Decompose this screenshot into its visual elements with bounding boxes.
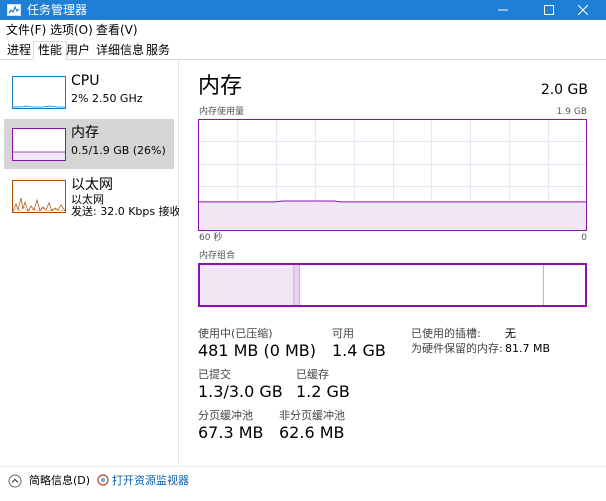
ethernet-label: 以太网 bbox=[71, 177, 113, 193]
menu-options[interactable]: 选项(O) bbox=[50, 23, 93, 38]
slots-label: 已使用的插槽: bbox=[411, 327, 481, 340]
menu-file[interactable]: 文件(F) bbox=[6, 23, 46, 38]
resource-list: CPU 2% 2.50 GHz 内存 0.5/1.9 GB (26%) 以太网 … bbox=[0, 60, 179, 465]
composition-modified bbox=[293, 264, 300, 306]
ethernet-thumbnail-graph bbox=[12, 180, 66, 213]
cached-label: 已缓存 bbox=[296, 368, 329, 381]
in-use-value: 481 MB (0 MB) bbox=[198, 341, 317, 360]
nonpaged-pool-value: 62.6 MB bbox=[279, 423, 345, 442]
composition-in-use bbox=[199, 264, 294, 306]
slots-value: 无 bbox=[505, 327, 516, 340]
reserved-value: 81.7 MB bbox=[505, 342, 551, 355]
memory-thumbnail-graph bbox=[12, 128, 66, 161]
cpu-thumbnail-graph bbox=[12, 76, 66, 109]
sidebar-item-cpu[interactable]: CPU 2% 2.50 GHz bbox=[4, 67, 174, 117]
chevron-up-icon[interactable] bbox=[8, 474, 22, 488]
nonpaged-pool-label: 非分页缓冲池 bbox=[279, 409, 345, 422]
maximize-icon bbox=[544, 5, 554, 15]
title-bar[interactable]: 任务管理器 bbox=[0, 0, 606, 20]
window-title: 任务管理器 bbox=[27, 3, 88, 17]
reserved-label: 为硬件保留的内存: bbox=[411, 342, 503, 355]
close-button[interactable] bbox=[560, 0, 606, 20]
tab-processes[interactable]: 进程 bbox=[3, 42, 35, 59]
page-title: 内存 bbox=[198, 74, 243, 99]
time-axis-end: 0 bbox=[581, 233, 587, 243]
memory-composition-bar bbox=[198, 263, 587, 307]
committed-label: 已提交 bbox=[198, 368, 231, 381]
paged-pool-label: 分页缓冲池 bbox=[198, 409, 253, 422]
cpu-label: CPU bbox=[71, 73, 100, 89]
fewer-details-button[interactable]: 简略信息(D) bbox=[29, 474, 90, 488]
available-label: 可用 bbox=[332, 327, 354, 340]
usage-chart-max: 1.9 GB bbox=[556, 107, 587, 117]
resource-monitor-icon bbox=[97, 474, 109, 486]
memory-usage-chart bbox=[198, 119, 587, 231]
tab-bar: 进程 性能 用户 详细信息 服务 bbox=[0, 40, 606, 60]
task-manager-icon bbox=[7, 4, 21, 16]
tab-users[interactable]: 用户 bbox=[62, 42, 94, 59]
tab-services[interactable]: 服务 bbox=[142, 42, 174, 59]
usage-line bbox=[198, 200, 587, 203]
footer-bar bbox=[0, 466, 606, 501]
in-use-label: 使用中(已压缩) bbox=[198, 327, 273, 340]
ethernet-throughput-text: 发送: 32.0 Kbps 接收: 8 bbox=[71, 205, 179, 218]
tab-details[interactable]: 详细信息 bbox=[92, 42, 148, 59]
usage-chart-label: 内存使用量 bbox=[199, 107, 245, 117]
composition-label: 内存组合 bbox=[199, 251, 236, 261]
cpu-usage-text: 2% 2.50 GHz bbox=[71, 92, 143, 105]
open-resource-monitor-link[interactable]: 打开资源监视器 bbox=[112, 474, 189, 488]
usage-area bbox=[198, 201, 587, 231]
memory-usage-text: 0.5/1.9 GB (26%) bbox=[71, 144, 166, 157]
time-axis-start: 60 秒 bbox=[199, 233, 223, 243]
menu-bar: 文件(F) 选项(O) 查看(V) bbox=[0, 21, 606, 40]
memory-label: 内存 bbox=[71, 125, 99, 141]
memory-total: 2.0 GB bbox=[540, 82, 588, 98]
menu-view[interactable]: 查看(V) bbox=[96, 23, 138, 38]
available-value: 1.4 GB bbox=[332, 341, 386, 360]
minimize-button[interactable] bbox=[480, 0, 526, 20]
sidebar-item-ethernet[interactable]: 以太网 以太网 发送: 32.0 Kbps 接收: 8 bbox=[4, 171, 179, 221]
cached-value: 1.2 GB bbox=[296, 382, 350, 401]
sidebar-item-memory[interactable]: 内存 0.5/1.9 GB (26%) bbox=[4, 119, 174, 169]
close-icon bbox=[578, 5, 588, 15]
committed-value: 1.3/3.0 GB bbox=[198, 382, 283, 401]
minimize-icon bbox=[498, 9, 508, 11]
paged-pool-value: 67.3 MB bbox=[198, 423, 264, 442]
